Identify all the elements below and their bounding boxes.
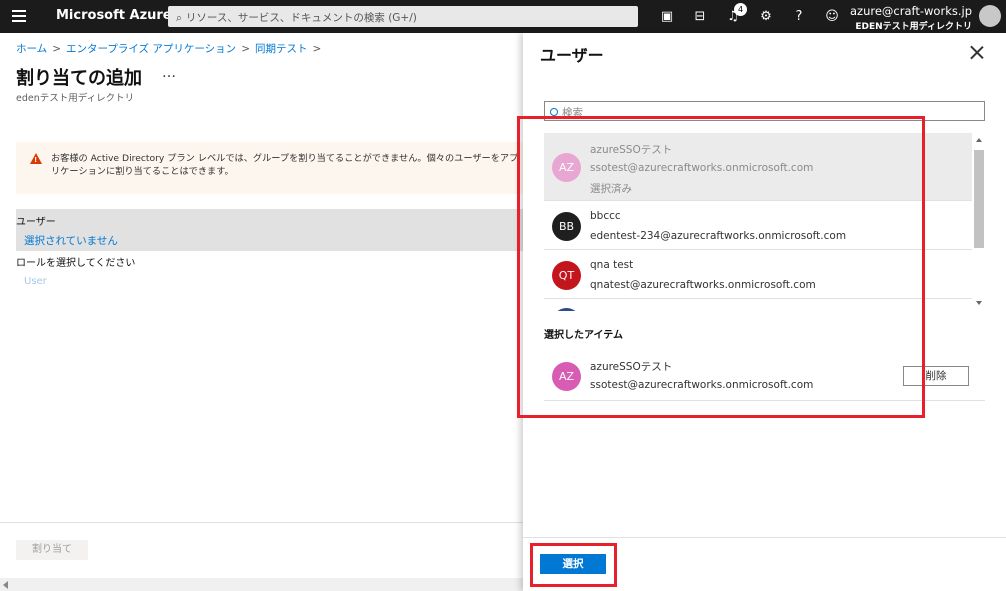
breadcrumb-enterprise-apps[interactable]: エンタープライズ アプリケーション — [66, 43, 236, 55]
more-icon[interactable]: … — [162, 65, 176, 81]
warning-icon — [30, 153, 42, 167]
menu-icon[interactable] — [12, 10, 26, 22]
assign-button[interactable]: 割り当て — [16, 540, 88, 560]
account-directory: EDENテスト用ディレクトリ — [855, 22, 972, 32]
global-search-placeholder: リソース、サービス、ドキュメントの検索 (G+/) — [185, 12, 417, 24]
role-value-link[interactable]: User — [24, 276, 47, 287]
divider — [523, 537, 1006, 538]
breadcrumb-home[interactable]: ホーム — [16, 43, 47, 55]
bell-icon[interactable]: ♫ 4 — [722, 3, 747, 28]
role-label: ロールを選択してください — [16, 258, 136, 269]
help-icon[interactable]: ? — [788, 6, 810, 28]
scroll-left-icon[interactable] — [3, 581, 8, 589]
scroll-up-icon[interactable] — [976, 138, 982, 142]
global-search-input[interactable]: ⌕ リソース、サービス、ドキュメントの検索 (G+/) — [168, 6, 638, 27]
chevron-right-icon: > — [312, 43, 322, 55]
divider — [0, 522, 523, 523]
search-icon — [550, 108, 558, 116]
breadcrumb-app[interactable]: 同期テスト — [255, 43, 308, 55]
scrollbar-thumb[interactable] — [974, 150, 984, 248]
warning-text: お客様の Active Directory プラン レベルでは、グループを割り当… — [51, 153, 519, 177]
highlight-box-user-list — [517, 116, 925, 418]
page-title: 割り当ての追加 — [16, 68, 142, 89]
chevron-right-icon: > — [241, 43, 250, 55]
top-bar: Microsoft Azure ⌕ リソース、サービス、ドキュメントの検索 (G+… — [0, 0, 1006, 33]
horizontal-scrollbar[interactable] — [0, 578, 523, 591]
assignment-blade: ホーム > エンタープライズ アプリケーション > 同期テスト > 割り当ての追加 … e… — [0, 33, 523, 591]
chevron-right-icon: > — [52, 43, 61, 55]
warning-banner: お客様の Active Directory プラン レベルでは、グループを割り当… — [16, 142, 523, 194]
search-icon: ⌕ — [176, 12, 182, 24]
gear-icon[interactable]: ⚙ — [755, 6, 777, 28]
account-avatar[interactable] — [979, 5, 1001, 27]
highlight-box-select-button — [530, 543, 617, 587]
cloud-shell-icon[interactable]: ▣ — [656, 6, 678, 28]
panel-title: ユーザー — [540, 46, 604, 65]
users-selector[interactable]: ユーザー 選択されていません — [16, 209, 523, 251]
notification-badge: 4 — [734, 3, 747, 16]
close-icon[interactable] — [970, 46, 984, 60]
page-subtitle: edenテスト用ディレクトリ — [16, 93, 135, 104]
feedback-icon[interactable]: ☺ — [821, 6, 843, 28]
users-none-selected-link[interactable]: 選択されていません — [24, 233, 118, 248]
account-email: azure@craft-works.jp — [850, 4, 972, 18]
breadcrumb: ホーム > エンタープライズ アプリケーション > 同期テスト > — [16, 41, 326, 56]
vertical-scrollbar[interactable] — [973, 133, 985, 311]
users-label: ユーザー — [16, 217, 56, 228]
brand-title[interactable]: Microsoft Azure — [56, 8, 172, 23]
scroll-down-icon[interactable] — [976, 301, 982, 305]
directory-filter-icon[interactable]: ⊟ — [689, 6, 711, 28]
account-info[interactable]: azure@craft-works.jp EDENテスト用ディレクトリ — [850, 4, 972, 32]
